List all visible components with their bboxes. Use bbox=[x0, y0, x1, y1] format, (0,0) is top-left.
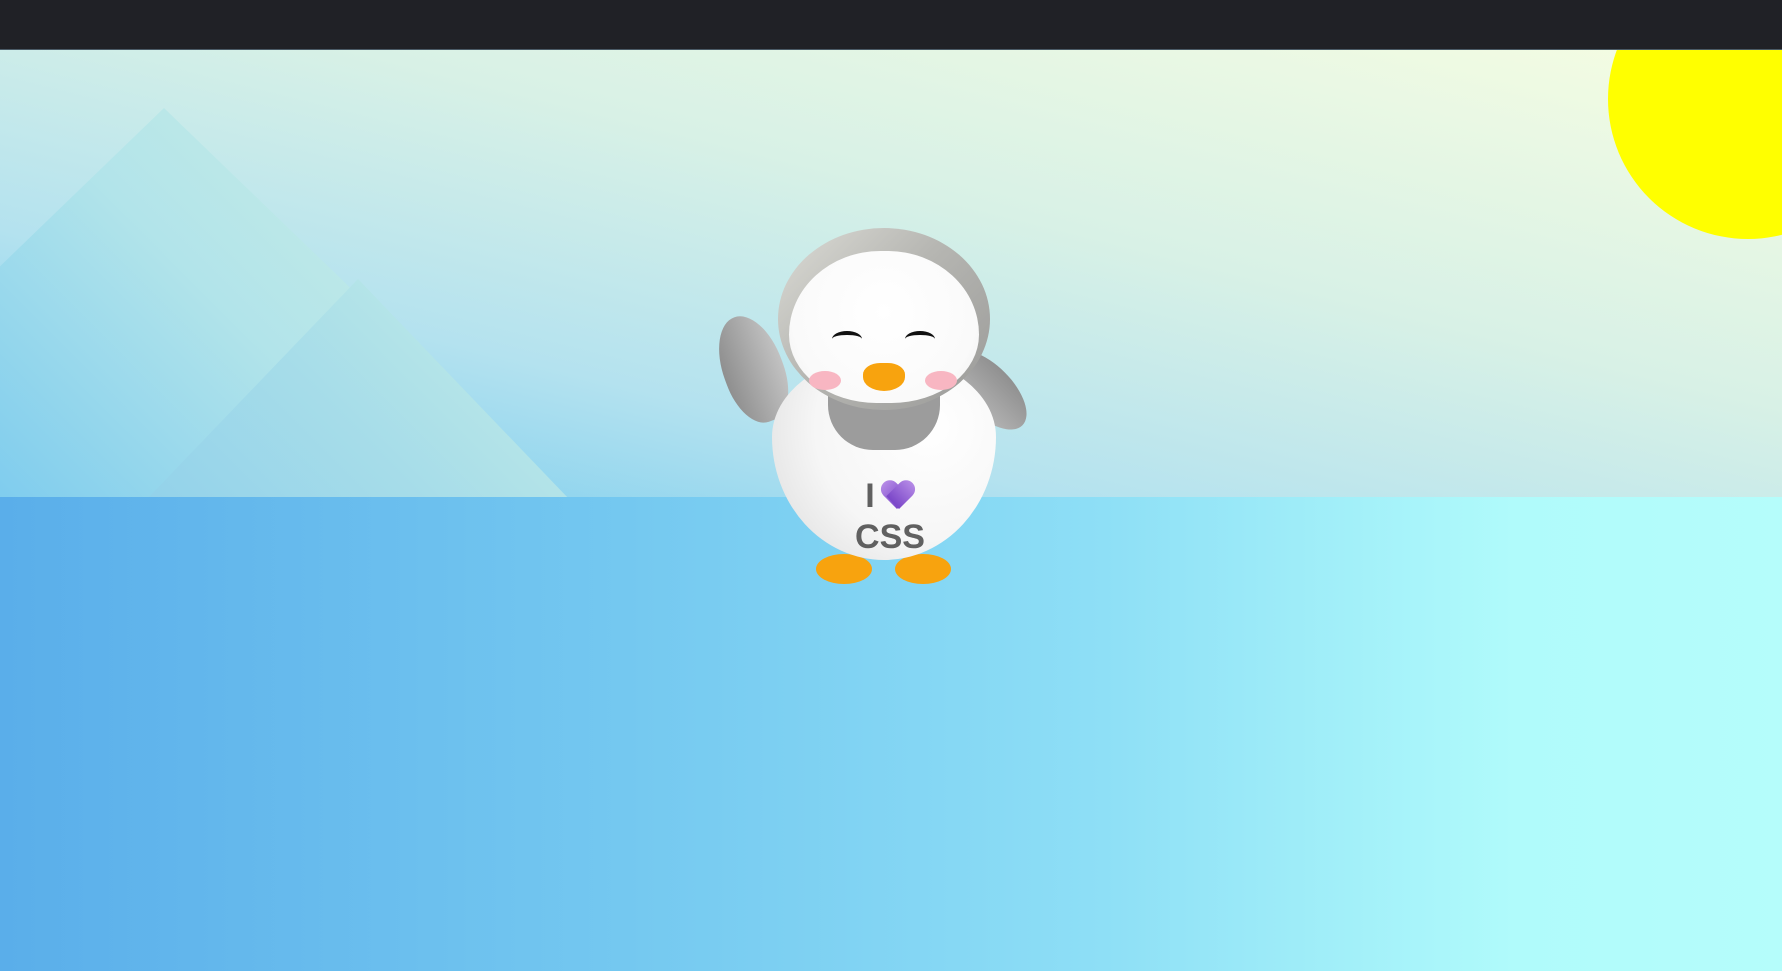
penguin-right-foot bbox=[895, 554, 951, 584]
purple-heart-icon bbox=[881, 481, 915, 511]
penguin-beak bbox=[863, 363, 905, 391]
penguin-left-eye bbox=[832, 331, 862, 347]
shirt-i-text: I bbox=[865, 477, 875, 515]
shirt-text: I CSS bbox=[830, 476, 950, 558]
browser-top-bar bbox=[0, 0, 1782, 50]
penguin-left-cheek bbox=[809, 371, 841, 390]
penguin-right-eye bbox=[905, 331, 935, 347]
penguin-right-cheek bbox=[925, 371, 957, 390]
penguin: I CSS bbox=[700, 200, 1060, 600]
penguin-left-foot bbox=[816, 554, 872, 584]
shirt-line-1: I bbox=[830, 476, 950, 517]
shirt-css-text: CSS bbox=[855, 518, 925, 556]
penguin-scene: I CSS bbox=[0, 50, 1782, 971]
